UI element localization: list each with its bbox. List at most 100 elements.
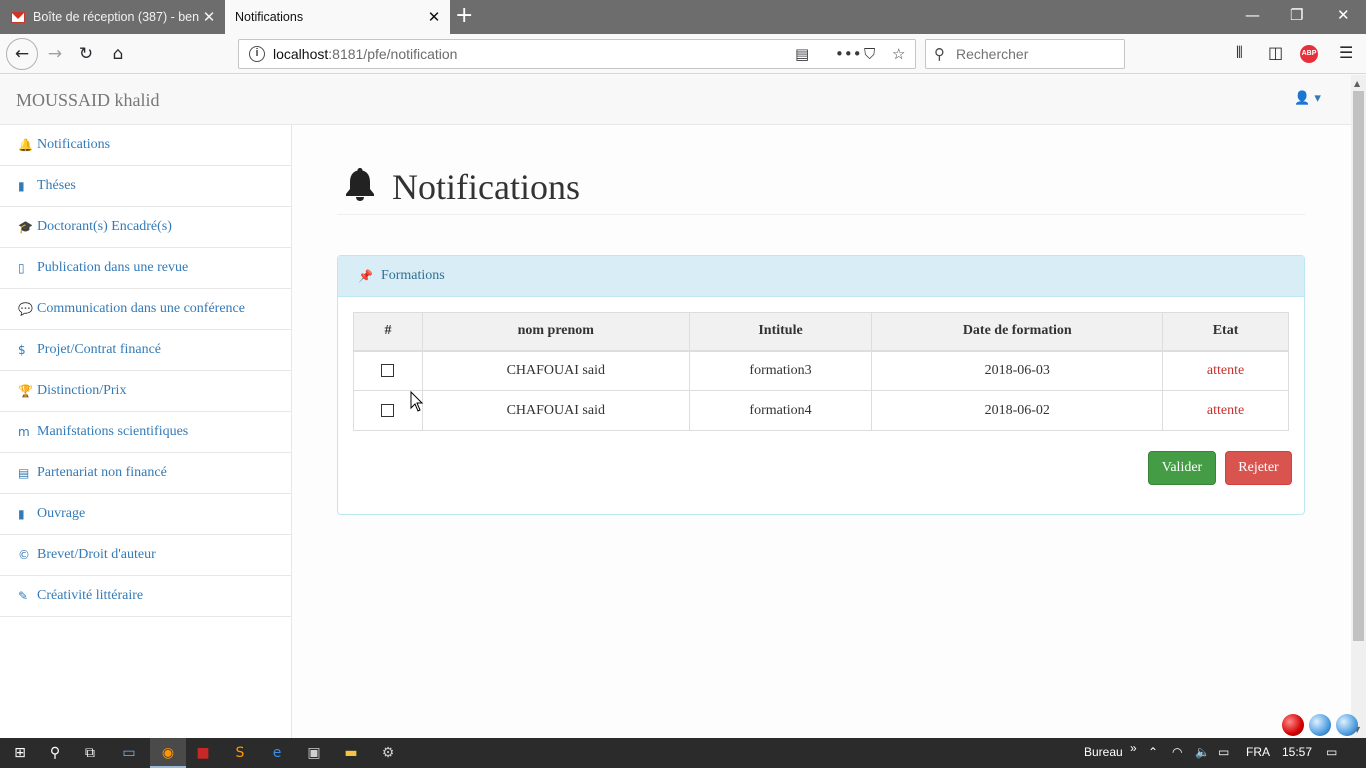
red-ball-icon[interactable]	[1282, 714, 1304, 736]
comments-icon: 💬	[18, 302, 33, 316]
info-icon[interactable]: i	[249, 46, 265, 62]
volume-icon[interactable]: 🔈	[1195, 745, 1210, 759]
home-button[interactable]: ⌂	[105, 41, 131, 67]
tab-notifications[interactable]: Notifications ✕	[225, 0, 450, 34]
battery-icon[interactable]: ▭	[1218, 745, 1229, 759]
sidebar-item[interactable]: © Brevet/Droit d'auteur	[0, 535, 291, 576]
brand-name[interactable]: MOUSSAID khalid	[16, 90, 160, 111]
sidebar-item[interactable]: 🔔 Notifications	[0, 125, 291, 166]
chevron-right-icon[interactable]: »	[1130, 741, 1137, 755]
sidebar-item-label: Brevet/Droit d'auteur	[37, 547, 156, 562]
sidebar-item[interactable]: 🎓 Doctorant(s) Encadré(s)	[0, 207, 291, 248]
url-bar[interactable]: i localhost:8181/pfe/notification ▤ ••• …	[238, 39, 916, 69]
valider-button[interactable]: Valider	[1148, 451, 1216, 485]
forward-button[interactable]: →	[42, 41, 68, 67]
bookmark-star-icon[interactable]: ☆	[892, 45, 905, 63]
column-header: #	[353, 312, 423, 352]
row-checkbox[interactable]	[381, 403, 395, 417]
search-icon[interactable]: ⚲	[45, 743, 65, 763]
search-input[interactable]	[956, 44, 1116, 64]
wifi-icon[interactable]: ◠	[1172, 745, 1182, 759]
row-checkbox[interactable]	[381, 364, 395, 378]
bureau-toolbar[interactable]: Bureau	[1084, 745, 1123, 759]
copy-icon: ▤	[18, 466, 30, 480]
sidebar-item-label: Partenariat non financé	[37, 465, 167, 480]
intitule-cell: formation4	[688, 390, 873, 431]
more-actions-icon[interactable]: •••	[835, 45, 862, 63]
sidebar-item[interactable]: 💬 Communication dans une conférence	[0, 289, 291, 330]
chevron-up-icon[interactable]: ⌃	[1148, 745, 1158, 759]
url-text: localhost:8181/pfe/notification	[273, 46, 458, 62]
home-icon: ⌂	[112, 44, 124, 64]
pin-icon: 📌	[358, 269, 373, 283]
page-title: Notifications	[392, 167, 580, 207]
restore-button[interactable]: ❐	[1290, 6, 1303, 24]
sidebar-item[interactable]: m Manifstations scientifiques	[0, 412, 291, 453]
close-window-button[interactable]: ✕	[1337, 6, 1350, 24]
top-navbar: MOUSSAID khalid 👤 ▾	[0, 75, 1351, 125]
bell-icon	[343, 166, 377, 202]
sidebar-item-label: Créativité littéraire	[37, 588, 144, 603]
sidebar-item[interactable]: ▯ Publication dans une revue	[0, 248, 291, 289]
m-icon: m	[18, 425, 30, 439]
sidebar-item-label: Théses	[37, 178, 76, 193]
page-header: Notifications	[337, 162, 1305, 215]
notification-center-icon[interactable]: ▭	[1326, 745, 1337, 759]
library-icon[interactable]: ⫴	[1236, 43, 1243, 63]
search-bar[interactable]: ⚲	[925, 39, 1125, 69]
settings-gear-icon[interactable]: ⚙	[378, 743, 398, 763]
menu-icon[interactable]: ☰	[1339, 43, 1353, 62]
sublime-text-icon[interactable]: S	[230, 743, 250, 763]
sidebar-item-label: Manifstations scientifiques	[37, 424, 189, 439]
scroll-up-icon[interactable]: ▲	[1354, 79, 1360, 88]
close-tab-icon[interactable]: ✕	[424, 8, 444, 26]
language-indicator[interactable]: FRA	[1246, 745, 1270, 759]
panel-heading: 📌 Formations	[338, 256, 1304, 297]
user-menu-dropdown[interactable]: 👤 ▾	[1294, 91, 1321, 106]
sidebar-item[interactable]: ▮ Théses	[0, 166, 291, 207]
column-header[interactable]: nom prenom	[421, 312, 690, 352]
sidebar-toggle-icon[interactable]: ◫	[1268, 43, 1283, 62]
task-view-icon[interactable]: ⧉	[80, 743, 100, 763]
blue-ball-icon[interactable]	[1309, 714, 1331, 736]
date-cell: 2018-06-03	[871, 350, 1164, 391]
sidebar-item[interactable]: 🏆 Distinction/Prix	[0, 371, 291, 412]
column-header[interactable]: Date de formation	[871, 312, 1164, 352]
web-page: MOUSSAID khalid 👤 ▾ 🔔 Notifications ▮ Thése…	[0, 75, 1351, 738]
minimize-button[interactable]: —	[1245, 6, 1260, 24]
blue-ball-icon[interactable]	[1336, 714, 1358, 736]
copyright-icon: ©	[18, 548, 30, 562]
sidebar: 🔔 Notifications ▮ Théses 🎓 Doctorant(s) Encad…	[0, 125, 292, 738]
mouse-cursor-icon	[410, 391, 424, 412]
reload-button[interactable]: ↻	[73, 41, 99, 67]
rejeter-button[interactable]: Rejeter	[1225, 451, 1292, 485]
column-header[interactable]: Etat	[1162, 312, 1289, 352]
file-explorer-icon[interactable]: ▬	[341, 743, 361, 763]
firefox-taskbar-button[interactable]: ◉	[150, 738, 186, 768]
tab-gmail[interactable]: Boîte de réception (387) - benn ✕	[0, 0, 225, 34]
column-header[interactable]: Intitule	[688, 312, 873, 352]
back-button[interactable]: ←	[6, 38, 38, 70]
clock[interactable]: 15:57	[1282, 745, 1312, 759]
command-prompt-icon[interactable]: ▣	[304, 743, 324, 763]
intitule-cell: formation3	[688, 350, 873, 391]
close-tab-icon[interactable]: ✕	[199, 8, 219, 26]
adblock-icon[interactable]: ABP	[1300, 45, 1318, 63]
sidebar-item[interactable]: $ Projet/Contrat financé	[0, 330, 291, 371]
page-scrollbar[interactable]: ▲ ▼	[1351, 75, 1366, 738]
terminal-app-icon[interactable]: ■	[193, 743, 213, 763]
gmail-icon	[11, 11, 25, 23]
sidebar-item[interactable]: ✎ Créativité littéraire	[0, 576, 291, 617]
reader-view-icon[interactable]: ▤	[795, 45, 809, 63]
sidebar-item[interactable]: ▮ Ouvrage	[0, 494, 291, 535]
tab-title: Notifications	[235, 10, 304, 24]
arrow-left-icon: ←	[14, 44, 30, 64]
sidebar-item[interactable]: ▤ Partenariat non financé	[0, 453, 291, 494]
sidebar-item-label: Notifications	[37, 137, 111, 152]
pocket-icon[interactable]: ⛉	[864, 45, 875, 63]
windows-start-icon[interactable]: ⊞	[10, 743, 30, 763]
edge-icon[interactable]: e	[267, 743, 287, 763]
scrollbar-thumb[interactable]	[1353, 91, 1364, 641]
new-tab-button[interactable]: +	[455, 3, 473, 28]
desktop-app-icon[interactable]: ▭	[119, 743, 139, 763]
